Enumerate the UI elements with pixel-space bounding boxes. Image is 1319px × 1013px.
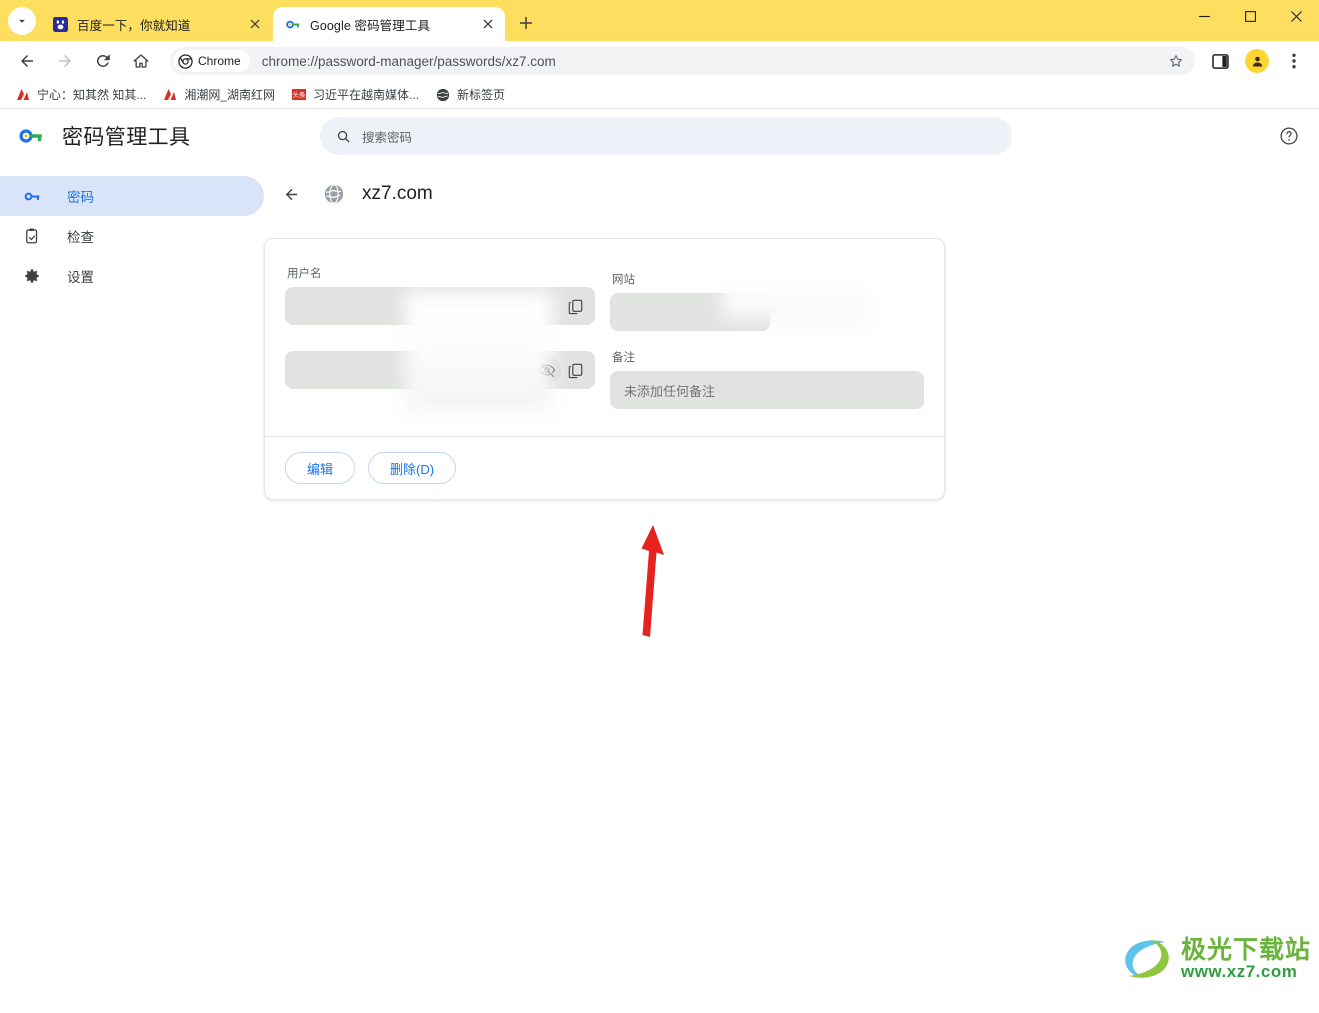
profile-avatar-icon[interactable] xyxy=(1245,49,1269,73)
side-panel-icon xyxy=(1211,53,1229,69)
back-button[interactable] xyxy=(276,179,306,209)
home-icon xyxy=(133,54,149,68)
key-icon xyxy=(22,186,42,206)
back-button[interactable] xyxy=(12,46,42,76)
reload-button[interactable] xyxy=(88,46,118,76)
three-dot-menu-icon[interactable] xyxy=(1279,46,1309,76)
watermark-line1: 极光下载站 xyxy=(1180,935,1311,964)
google-password-key-icon xyxy=(18,122,46,150)
website-field xyxy=(610,293,770,331)
password-detail-main: xz7.com 用户名 网站 备注 未添加任何备注 编辑 删除(D) xyxy=(264,163,1319,500)
url-text: chrome://password-manager/passwords/xz7.… xyxy=(261,53,556,69)
password-field[interactable] xyxy=(285,351,595,389)
watermark-line2: www.xz7.com xyxy=(1180,962,1298,982)
tab-title: 百度一下，你就知道 xyxy=(77,18,191,33)
eye-off-icon[interactable] xyxy=(533,356,561,384)
window-controls xyxy=(1181,0,1319,41)
reload-icon xyxy=(96,54,110,67)
search-placeholder: 搜索密码 xyxy=(362,130,413,145)
forward-arrow-icon xyxy=(59,55,71,67)
sidebar-item-checkup[interactable]: 检查 xyxy=(0,216,264,256)
annotation-arrow xyxy=(641,525,664,637)
chevron-down-icon xyxy=(19,19,25,23)
globe-icon xyxy=(324,184,344,204)
red-site-icon xyxy=(162,87,178,103)
sidebar-item-settings[interactable]: 设置 xyxy=(0,256,264,296)
google-password-key-icon xyxy=(285,16,301,32)
bookmarks-bar: 宁心：知其然 知其... 湘潮网_湖南红网 头条 习近平在越南媒体... 新标签… xyxy=(0,81,1319,109)
help-circle-icon[interactable] xyxy=(1275,122,1303,150)
home-button[interactable] xyxy=(126,46,156,76)
bookmark-label: 习近平在越南媒体... xyxy=(313,88,420,102)
username-field[interactable] xyxy=(285,287,595,325)
copy-icon[interactable] xyxy=(561,292,589,320)
close-icon[interactable] xyxy=(479,15,497,33)
page-title: 密码管理工具 xyxy=(62,126,191,149)
bookmark-label: 湘潮网_湖南红网 xyxy=(184,88,276,102)
chrome-chip-label: Chrome xyxy=(198,54,241,68)
address-bar[interactable]: Chrome chrome://password-manager/passwor… xyxy=(170,47,1195,75)
password-manager-page: 密码管理工具 搜索密码 密码 检查 设置 xz7.com 用户名 网站 备注 未… xyxy=(0,109,1319,993)
maximize-button[interactable] xyxy=(1227,0,1273,32)
sidebar-item-label: 设置 xyxy=(67,270,94,285)
sidebar-item-passwords[interactable]: 密码 xyxy=(0,176,264,216)
side-panel-button[interactable] xyxy=(1205,46,1235,76)
website-label: 网站 xyxy=(612,274,635,286)
svg-text:头条: 头条 xyxy=(293,90,307,99)
back-arrow-icon xyxy=(21,55,33,67)
sidebar-item-label: 检查 xyxy=(67,230,94,245)
new-tab-button[interactable] xyxy=(512,9,540,37)
clipboard-check-icon xyxy=(22,226,42,246)
bookmark-label: 新标签页 xyxy=(457,88,506,102)
gear-icon xyxy=(22,266,42,286)
note-field[interactable]: 未添加任何备注 xyxy=(610,371,924,409)
forward-button[interactable] xyxy=(50,46,80,76)
chrome-logo-icon xyxy=(178,53,193,69)
bookmark-item[interactable]: 宁心：知其然 知其... xyxy=(8,84,153,106)
site-name: xz7.com xyxy=(362,183,433,204)
browser-toolbar: Chrome chrome://password-manager/passwor… xyxy=(0,41,1319,81)
bookmark-item[interactable]: 湘潮网_湖南红网 xyxy=(155,84,282,106)
search-icon xyxy=(337,130,350,143)
watermark-logo-icon xyxy=(1125,940,1169,978)
note-placeholder: 未添加任何备注 xyxy=(624,383,716,399)
credential-card: 用户名 网站 备注 未添加任何备注 编辑 删除(D) xyxy=(264,238,945,500)
baidu-paw-icon xyxy=(52,16,68,32)
bookmark-item[interactable]: 新标签页 xyxy=(428,84,512,106)
copy-icon[interactable] xyxy=(561,356,589,384)
card-actions: 编辑 删除(D) xyxy=(265,437,944,499)
site-header-row: xz7.com xyxy=(264,171,1319,217)
browser-tab-baidu[interactable]: 百度一下，你就知道 xyxy=(40,7,272,41)
watermark: 极光下载站 www.xz7.com xyxy=(1121,935,1311,983)
sidebar-item-label: 密码 xyxy=(67,190,94,205)
toutiao-icon: 头条 xyxy=(291,87,307,103)
globe-icon xyxy=(435,87,451,103)
close-window-button[interactable] xyxy=(1273,0,1319,32)
tab-title: Google 密码管理工具 xyxy=(310,18,431,33)
chrome-origin-chip: Chrome xyxy=(173,50,250,72)
red-site-icon xyxy=(15,87,31,103)
search-input[interactable]: 搜索密码 xyxy=(320,117,1012,155)
password-manager-header: 密码管理工具 搜索密码 xyxy=(0,109,1319,163)
browser-title-bar: 百度一下，你就知道 Google 密码管理工具 xyxy=(0,0,1319,41)
plus-icon xyxy=(520,17,532,29)
close-icon[interactable] xyxy=(246,15,264,33)
tab-search-button[interactable] xyxy=(8,7,36,35)
bookmark-label: 宁心：知其然 知其... xyxy=(37,88,147,102)
bookmark-item[interactable]: 头条 习近平在越南媒体... xyxy=(284,84,426,106)
note-label: 备注 xyxy=(612,352,635,364)
username-label: 用户名 xyxy=(287,268,322,280)
browser-tab-password-manager[interactable]: Google 密码管理工具 xyxy=(273,7,505,41)
password-manager-sidebar: 密码 检查 设置 xyxy=(0,163,264,500)
star-icon[interactable] xyxy=(1163,48,1189,74)
edit-button[interactable]: 编辑 xyxy=(285,452,356,484)
back-arrow-icon xyxy=(285,188,297,200)
delete-button[interactable]: 删除(D) xyxy=(368,452,457,484)
minimize-button[interactable] xyxy=(1181,0,1227,32)
